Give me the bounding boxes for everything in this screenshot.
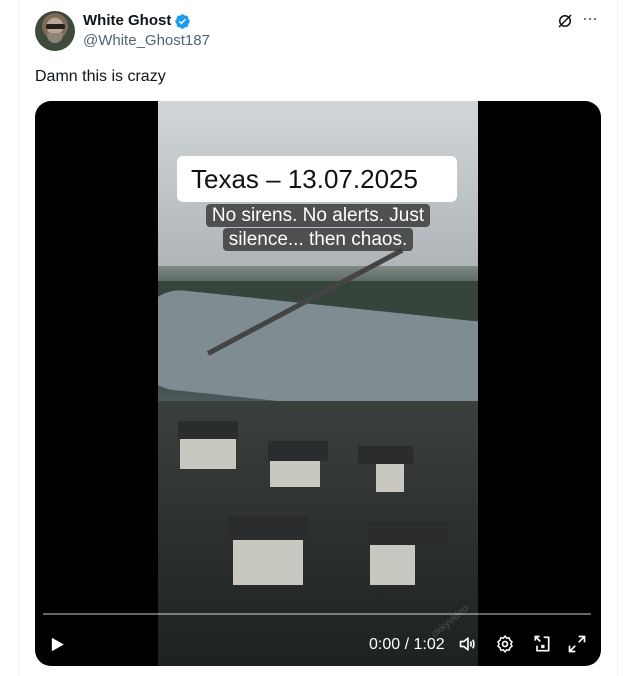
caption-line-1: No sirens. No alerts. Just <box>205 204 431 227</box>
video-frame[interactable]: Texas – 13.07.2025 No sirens. No alerts.… <box>158 101 478 666</box>
roof-shape <box>228 516 308 540</box>
roof-shape <box>368 521 448 545</box>
more-icon[interactable]: ··· <box>582 9 598 27</box>
house-shape <box>270 461 320 487</box>
author-name[interactable]: White Ghost <box>83 12 171 30</box>
house-shape <box>370 545 415 585</box>
house-shape <box>376 464 404 492</box>
video-time: 0:00 / 1:02 <box>369 636 445 653</box>
author-name-row[interactable]: White Ghost <box>83 12 191 30</box>
author-handle[interactable]: @White_Ghost187 <box>83 32 210 50</box>
beard-shape <box>47 33 63 43</box>
play-icon[interactable] <box>49 636 66 653</box>
roof-shape <box>358 446 413 464</box>
avatar[interactable] <box>35 11 75 51</box>
house-shape <box>233 540 303 585</box>
roof-shape <box>268 441 328 461</box>
picture-in-picture-icon[interactable] <box>532 634 552 654</box>
video-caption-overlay: No sirens. No alerts. Just silence... th… <box>195 204 441 252</box>
verified-badge-icon <box>175 13 191 29</box>
video-controls: 0:00 / 1:02 <box>35 629 601 659</box>
fullscreen-icon[interactable] <box>567 634 587 654</box>
caption-line-2: silence... then chaos. <box>222 228 414 251</box>
video-player[interactable]: Texas – 13.07.2025 No sirens. No alerts.… <box>35 101 601 666</box>
video-progress-bar[interactable] <box>43 613 591 615</box>
roof-shape <box>178 421 238 439</box>
video-title-overlay: Texas – 13.07.2025 <box>177 156 457 202</box>
tweet-text: Damn this is crazy <box>35 68 166 85</box>
video-town <box>158 401 478 666</box>
sunglasses-shape <box>46 24 65 29</box>
settings-icon[interactable] <box>495 634 515 654</box>
volume-icon[interactable] <box>458 634 478 654</box>
house-shape <box>180 439 236 469</box>
grok-icon[interactable] <box>556 12 574 30</box>
